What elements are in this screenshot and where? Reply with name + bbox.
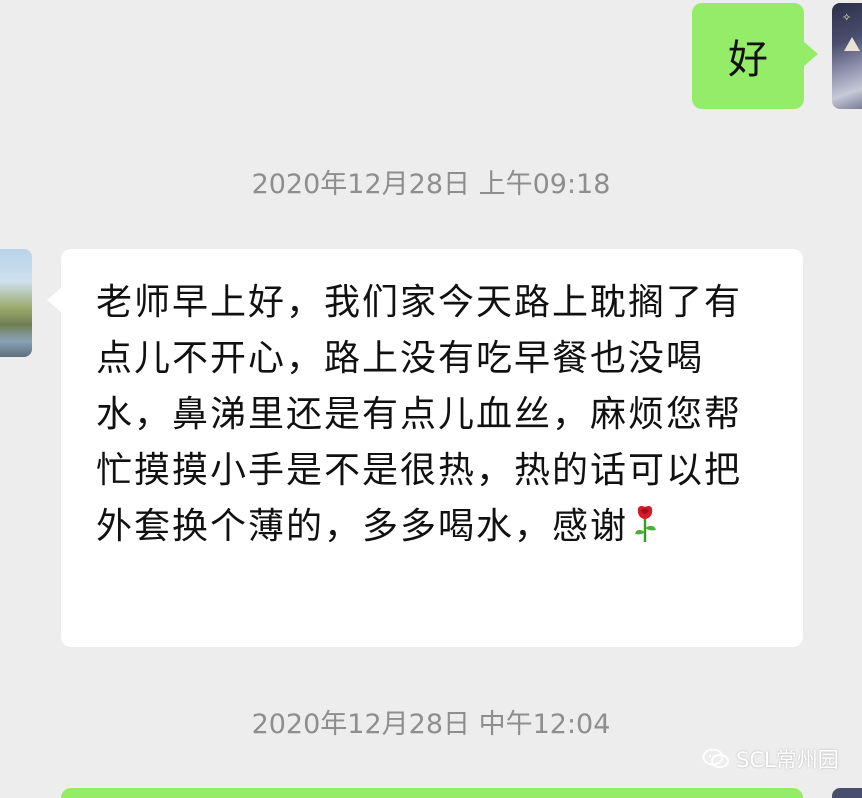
outgoing-message-bubble[interactable]: 好 bbox=[692, 3, 818, 109]
timestamp: 2020年12月28日 中午12:04 bbox=[251, 709, 611, 740]
incoming-message-content: 老师早上好，我们家今天路上耽搁了有点儿不开心，路上没有吃早餐也没喝水，鼻涕里还是… bbox=[96, 275, 773, 555]
star-icon: ✧ bbox=[842, 11, 852, 24]
self-avatar-partial[interactable] bbox=[832, 788, 862, 798]
contact-avatar[interactable] bbox=[0, 249, 32, 357]
watermark-text: SCL常州园 bbox=[736, 748, 839, 772]
self-avatar[interactable]: ✧ bbox=[832, 3, 862, 109]
incoming-message-bubble[interactable]: 老师早上好，我们家今天路上耽搁了有点儿不开心，路上没有吃早餐也没喝水，鼻涕里还是… bbox=[47, 249, 803, 647]
mountain-icon bbox=[844, 37, 860, 51]
watermark: SCL常州园 bbox=[702, 744, 839, 774]
timestamp: 2020年12月28日 上午09:18 bbox=[251, 169, 611, 200]
wechat-icon bbox=[702, 748, 729, 769]
chat-window: 好 ✧ 2020年12月28日 上午09:18 老师早上好，我们家今天路上耽搁了… bbox=[0, 0, 862, 798]
outgoing-message-bubble-partial[interactable] bbox=[61, 788, 803, 798]
rose-icon bbox=[635, 505, 657, 542]
outgoing-message-text: 好 bbox=[728, 37, 768, 83]
